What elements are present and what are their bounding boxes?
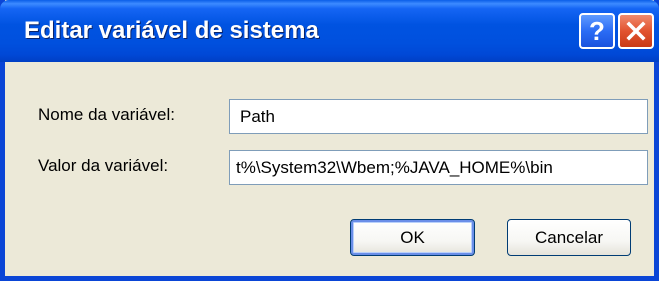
variable-name-input[interactable]: Path xyxy=(229,99,648,134)
cancel-button[interactable]: Cancelar xyxy=(507,219,631,256)
cancel-button-label: Cancelar xyxy=(534,227,604,247)
edit-system-variable-dialog: Editar variável de sistema ? Nome da var… xyxy=(0,0,659,281)
variable-name-label: Nome da variável: xyxy=(38,105,176,124)
help-button[interactable]: ? xyxy=(579,13,615,49)
title-bar[interactable]: Editar variável de sistema ? xyxy=(0,0,659,62)
window-title: Editar variável de sistema xyxy=(24,17,319,44)
variable-value-input[interactable]: t%\System32\Wbem;%JAVA_HOME%\bin xyxy=(229,150,648,185)
ok-button[interactable]: OK xyxy=(350,219,475,256)
help-icon: ? xyxy=(589,15,605,46)
variable-value-label: Valor da variável: xyxy=(38,156,169,175)
close-icon xyxy=(626,21,646,41)
ok-button-label: OK xyxy=(400,227,425,247)
close-button[interactable] xyxy=(618,13,654,49)
